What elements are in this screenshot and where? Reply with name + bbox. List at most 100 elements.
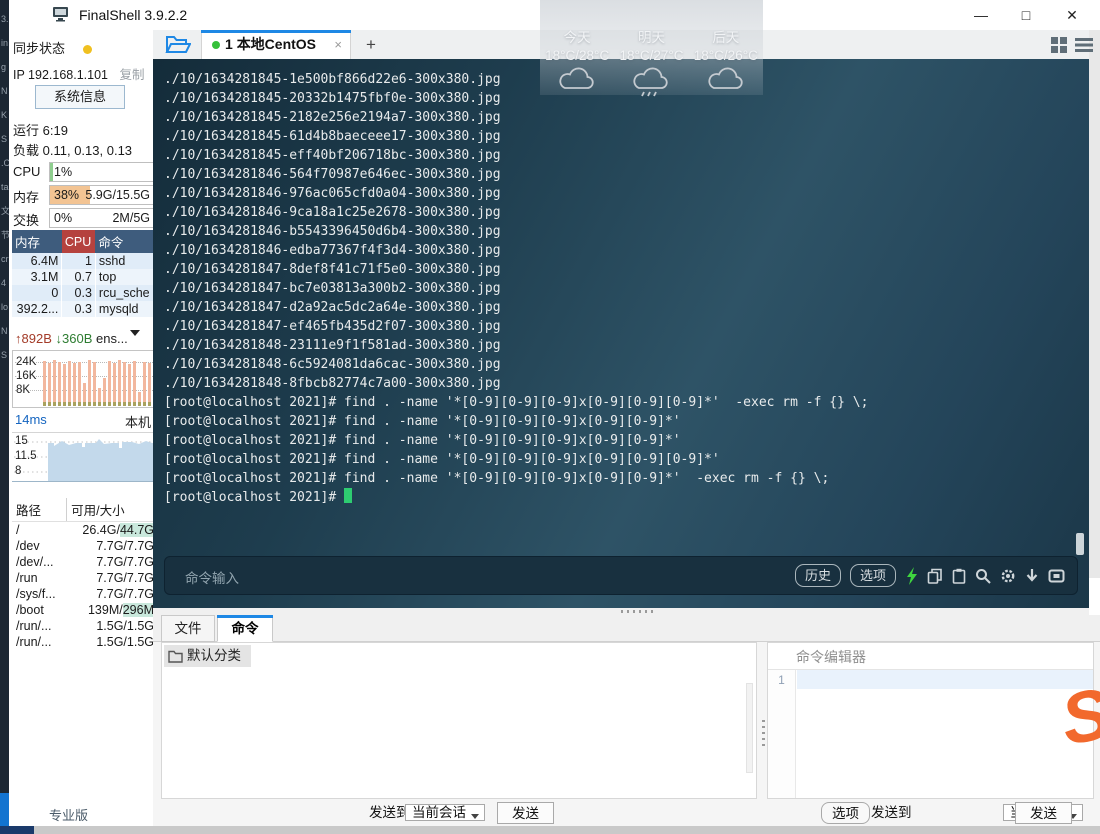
window-title: FinalShell 3.9.2.2	[79, 7, 187, 23]
finalshell-window: FinalShell 3.9.2.2 — □ ✕ 同步状态 IP 192.168…	[9, 0, 1100, 826]
terminal-scrollbar-thumb[interactable]	[1076, 533, 1084, 555]
session-select[interactable]: 当前会话	[405, 804, 485, 821]
tab-commands[interactable]: 命令	[217, 615, 273, 642]
network-traffic-chart: 24K 16K 8K	[12, 350, 158, 408]
desktop-bottom-strip	[34, 826, 1100, 834]
chevron-down-icon[interactable]	[130, 330, 140, 341]
table-row[interactable]: /dev/...7.7G/7.7G	[12, 554, 158, 570]
tab-close-icon[interactable]: ×	[334, 30, 342, 59]
network-bar	[108, 361, 111, 406]
maximize-button[interactable]: □	[1009, 4, 1043, 26]
open-folder-icon[interactable]	[165, 34, 191, 60]
table-row[interactable]: /dev7.7G/7.7G	[12, 538, 158, 554]
send-button[interactable]: 发送	[497, 802, 554, 824]
terminal-line: ./10/1634281847-ef465fb435d2f07-300x380.…	[164, 317, 868, 336]
send-button[interactable]: 发送	[1015, 802, 1072, 824]
history-button[interactable]: 历史	[795, 564, 841, 587]
command-input-placeholder[interactable]: 命令输入	[185, 567, 239, 587]
disk-table[interactable]: 路径 可用/大小 /26.4G/44.7G/dev7.7G/7.7G/dev/.…	[12, 498, 158, 650]
network-interface[interactable]: ens...	[96, 331, 128, 346]
background-window-strip: 3.ingNKS.Cta文节cr4loNS	[0, 0, 9, 793]
terminal-line: [root@localhost 2021]# find . -name '*[0…	[164, 450, 868, 469]
lightning-icon[interactable]	[905, 567, 918, 585]
gear-icon[interactable]	[1000, 568, 1016, 584]
table-row[interactable]: /run/...1.5G/1.5G	[12, 618, 158, 634]
tab-files[interactable]: 文件	[161, 615, 215, 642]
swap-value: 2M/5G	[112, 211, 150, 225]
minimize-button[interactable]: —	[964, 4, 998, 26]
table-row[interactable]: 00.3rcu_sche	[12, 285, 158, 301]
background-window-corner-dark	[0, 826, 34, 834]
proc-header[interactable]: 命令	[95, 230, 157, 253]
terminal-line: ./10/1634281845-2182e256e2194a7-300x380.…	[164, 108, 868, 127]
network-bars	[43, 355, 155, 406]
bottom-action-bar: 发送到 当前会话 发送 选项 发送到 当前会话 发送	[153, 799, 1100, 826]
copy-ip-link[interactable]: 复制	[119, 68, 144, 82]
proc-header[interactable]: 内存	[12, 230, 62, 253]
vertical-splitter[interactable]	[761, 642, 765, 799]
search-icon[interactable]	[975, 568, 991, 584]
list-scrollbar[interactable]	[746, 683, 753, 773]
tab-local-centos[interactable]: 1 本地CentOS ×	[201, 30, 351, 59]
network-bar	[68, 361, 71, 406]
terminal-line: [root@localhost 2021]# find . -name '*[0…	[164, 412, 868, 431]
rain-cloud-icon	[614, 63, 688, 103]
options-button[interactable]: 选项	[850, 564, 896, 587]
table-row[interactable]: /sys/f...7.7G/7.7G	[12, 586, 158, 602]
monitor-icon[interactable]	[1048, 569, 1065, 583]
network-bar	[123, 362, 126, 406]
weather-day: 明天18°C/27°C	[614, 0, 688, 95]
command-input-bar[interactable]: 命令输入 历史 选项	[164, 556, 1078, 595]
terminal-line: [root@localhost 2021]# find . -name '*[0…	[164, 431, 868, 450]
system-info-button[interactable]: 系统信息	[35, 85, 125, 109]
table-row[interactable]: 392.2...0.3mysqld	[12, 301, 158, 317]
layout-grid-icon[interactable]	[1051, 37, 1067, 58]
terminal-output: ./10/1634281845-1e500bf866d22e6-300x380.…	[164, 70, 868, 507]
category-default[interactable]: 默认分类	[164, 645, 251, 667]
weather-day: 后天18°C/26°C	[689, 0, 763, 95]
table-row[interactable]: /run7.7G/7.7G	[12, 570, 158, 586]
net-tick-16k: 16K	[16, 370, 36, 382]
proc-header[interactable]: CPU	[62, 230, 96, 253]
network-traffic-header[interactable]: ↑892B ↓360B ens...	[15, 330, 153, 346]
tab-label: 1 本地CentOS	[225, 36, 316, 52]
bottom-tab-bar: 文件 命令	[153, 615, 1100, 642]
net-tick-24k: 24K	[16, 356, 36, 368]
ping-host: 本机	[125, 412, 151, 431]
ping-header: 14ms 本机	[15, 412, 151, 431]
swap-percent: 0%	[54, 211, 72, 225]
sync-status-label: 同步状态	[13, 41, 65, 56]
copy-icon[interactable]	[927, 568, 943, 584]
command-editor-panel[interactable]: 命令编辑器 1	[767, 642, 1094, 799]
network-bar	[133, 361, 136, 406]
swap-label: 交换	[13, 210, 39, 229]
terminal-line: ./10/1634281845-61d4b8baeceee17-300x380.…	[164, 127, 868, 146]
menu-icon[interactable]	[1075, 37, 1093, 58]
network-bar	[103, 378, 106, 406]
table-row[interactable]: 6.4M1sshd	[12, 253, 158, 269]
network-bar	[48, 363, 51, 406]
table-row[interactable]: /26.4G/44.7G	[12, 522, 158, 539]
editor-area[interactable]: 1	[768, 669, 1093, 798]
new-tab-button[interactable]: +	[359, 30, 383, 59]
close-button[interactable]: ✕	[1055, 4, 1089, 26]
table-row[interactable]: /boot139M/296M	[12, 602, 158, 618]
paste-icon[interactable]	[952, 568, 966, 584]
network-bar	[93, 362, 96, 406]
cpu-meter: 1%	[49, 162, 155, 182]
table-row[interactable]: /run/...1.5G/1.5G	[12, 634, 158, 650]
table-row[interactable]: 3.1M0.7top	[12, 269, 158, 285]
ping-tick-15: 15	[15, 435, 28, 447]
cloud-icon	[689, 63, 763, 103]
process-table[interactable]: 内存CPU命令 6.4M1sshd3.1M0.7top00.3rcu_sche3…	[12, 230, 158, 317]
terminal-line: ./10/1634281847-bc7e03813a300b2-300x380.…	[164, 279, 868, 298]
memory-value: 5.9G/15.5G	[85, 188, 150, 202]
memory-label: 内存	[13, 187, 39, 206]
editor-options-button[interactable]: 选项	[821, 802, 870, 824]
horizontal-splitter[interactable]	[153, 608, 1089, 615]
terminal-line: ./10/1634281847-d2a92ac5dc2a64e-300x380.…	[164, 298, 868, 317]
network-bar	[78, 362, 81, 406]
download-arrow-icon[interactable]	[1025, 568, 1039, 584]
command-list-panel[interactable]: 默认分类	[161, 642, 757, 799]
terminal[interactable]: ./10/1634281845-1e500bf866d22e6-300x380.…	[153, 59, 1089, 608]
